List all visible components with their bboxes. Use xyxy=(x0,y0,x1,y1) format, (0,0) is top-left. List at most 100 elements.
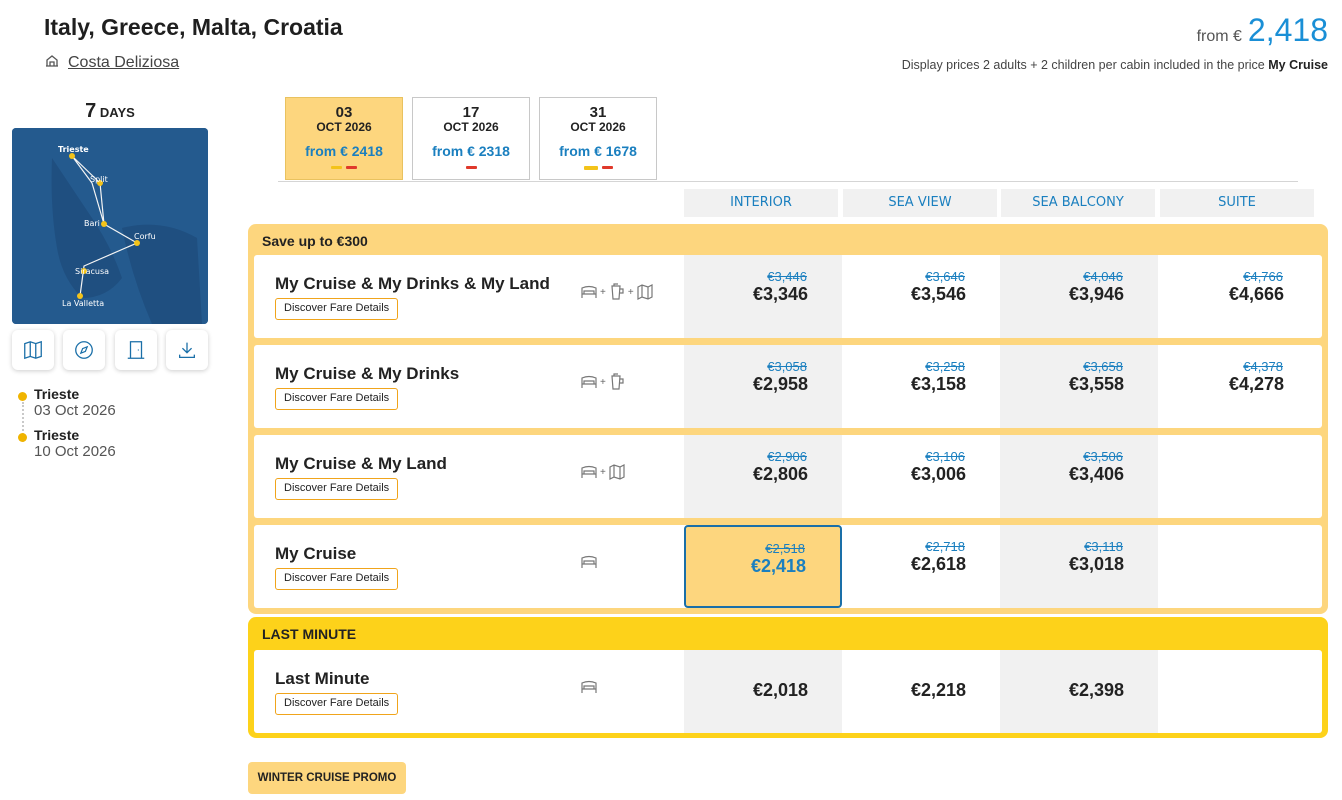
bed-icon xyxy=(581,375,597,388)
from-price-block: from € 2,418 xyxy=(1197,12,1328,49)
new-price: €2,806 xyxy=(752,464,808,484)
stop-port: Trieste xyxy=(34,386,80,402)
fare-name: My Cruise & My Land xyxy=(275,454,447,473)
last-minute-group: LAST MINUTE Last Minute Discover Fare De… xyxy=(248,617,1328,738)
fare-name: Last Minute xyxy=(275,669,370,688)
discover-fare-button[interactable]: Discover Fare Details xyxy=(275,693,399,715)
map-port-label: Siracusa xyxy=(75,267,109,276)
new-price: €3,406 xyxy=(1068,464,1124,484)
fare-inclusions: + xyxy=(580,463,626,481)
old-price: €3,646 xyxy=(925,269,965,284)
price-note-bold: My Cruise xyxy=(1268,58,1328,72)
ship-icon xyxy=(44,52,60,73)
price-cell-sea-balcony[interactable]: €3,118 €3,018 xyxy=(1000,525,1158,608)
old-price: €2,518 xyxy=(765,541,805,556)
tab-tags xyxy=(413,166,529,169)
old-price: €4,766 xyxy=(1243,269,1283,284)
price-cell-sea-view[interactable]: €2,718 €2,618 xyxy=(842,525,1000,608)
price-cell-sea-view[interactable]: €3,258 €3,158 xyxy=(842,345,1000,428)
price-cell-sea-balcony[interactable]: €4,046 €3,946 xyxy=(1000,255,1158,338)
price-cell-sea-balcony[interactable]: €3,506 €3,406 xyxy=(1000,435,1158,518)
column-suite: SUITE xyxy=(1160,189,1314,217)
new-price: €2,418 xyxy=(750,556,806,576)
discover-fare-button[interactable]: Discover Fare Details xyxy=(275,388,399,410)
price-cell-suite[interactable]: €4,766 €4,666 xyxy=(1160,255,1318,338)
download-icon xyxy=(179,342,195,358)
price-cell-suite-empty xyxy=(1160,650,1318,733)
tab-price: from € 1678 xyxy=(559,143,637,159)
route-map[interactable]: Trieste Split Bari Corfu Siracusa La Val… xyxy=(12,128,208,324)
price-cell-suite[interactable]: €4,378 €4,278 xyxy=(1160,345,1318,428)
discover-fare-button[interactable]: Discover Fare Details xyxy=(275,478,399,500)
tab-day: 31 xyxy=(589,104,607,121)
stop-port: Trieste xyxy=(34,427,80,443)
days-number: 7 xyxy=(85,100,97,122)
date-tab-03-oct[interactable]: 03 OCT 2026 from € 2418 xyxy=(285,97,403,180)
old-price: €3,058 xyxy=(767,359,807,374)
fare-row: My Cruise Discover Fare Details €2,518 €2… xyxy=(254,525,1322,608)
promo-tag-icon xyxy=(346,166,357,169)
price-cell-interior[interactable]: €3,446 €3,346 xyxy=(684,255,842,338)
tab-price: from € 2418 xyxy=(305,143,383,159)
new-price: €3,018 xyxy=(1068,554,1124,574)
map-port-label: Trieste xyxy=(58,145,89,154)
old-price: €2,906 xyxy=(767,449,807,464)
map-port-label: Corfu xyxy=(134,232,156,241)
price-cell-interior-selected[interactable]: €2,518 €2,418 xyxy=(684,525,842,608)
price-cell-sea-balcony[interactable]: €3,658 €3,558 xyxy=(1000,345,1158,428)
sale-tag-icon xyxy=(583,166,598,170)
new-price: €4,666 xyxy=(1228,284,1284,304)
price-cell-sea-view[interactable]: €3,646 €3,546 xyxy=(842,255,1000,338)
bed-icon xyxy=(581,680,597,693)
map-port-label: Bari xyxy=(84,219,100,228)
days-label: DAYS xyxy=(99,105,135,120)
door-icon xyxy=(127,341,144,359)
price-cell-sea-view[interactable]: €3,106 €3,006 xyxy=(842,435,1000,518)
ship-link[interactable]: Costa Deliziosa xyxy=(44,52,179,73)
price-cell-interior[interactable]: €3,058 €2,958 xyxy=(684,345,842,428)
map-button[interactable] xyxy=(12,330,54,370)
download-button[interactable] xyxy=(165,330,208,370)
old-price: €4,378 xyxy=(1243,359,1283,374)
itinerary: Trieste 03 Oct 2026 Trieste 10 Oct 2026 xyxy=(18,386,116,468)
drink-icon xyxy=(611,283,624,300)
price-cell-sea-view[interactable]: €2,218 xyxy=(842,650,1000,733)
new-price: €3,946 xyxy=(1068,284,1124,304)
group-title: LAST MINUTE xyxy=(262,626,357,642)
page-title: Italy, Greece, Malta, Croatia xyxy=(44,14,343,40)
old-price: €3,258 xyxy=(925,359,965,374)
drink-icon xyxy=(611,373,624,390)
land-map-icon xyxy=(609,464,625,480)
duration: 7 DAYS xyxy=(12,100,208,123)
price-cell-suite-empty xyxy=(1160,525,1318,608)
compass-icon xyxy=(75,341,94,359)
discover-fare-button[interactable]: Discover Fare Details xyxy=(275,568,399,590)
from-price: 2,418 xyxy=(1247,12,1328,48)
stop-dot-icon xyxy=(18,433,27,442)
fare-row: My Cruise & My Drinks & My Land Discover… xyxy=(254,255,1322,338)
date-tab-31-oct[interactable]: 31 OCT 2026 from € 1678 xyxy=(539,97,657,180)
cabin-button[interactable] xyxy=(114,330,157,370)
date-tab-17-oct[interactable]: 17 OCT 2026 from € 2318 xyxy=(412,97,530,180)
ship-name[interactable]: Costa Deliziosa xyxy=(68,54,179,72)
itinerary-stop: Trieste 03 Oct 2026 xyxy=(18,386,116,419)
old-price: €4,046 xyxy=(1083,269,1123,284)
fare-name: My Cruise xyxy=(275,544,357,563)
fare-inclusions xyxy=(580,678,598,696)
map-tools xyxy=(12,330,208,370)
excursions-button[interactable] xyxy=(63,330,106,370)
promo-tag-icon xyxy=(465,166,477,169)
discover-fare-button[interactable]: Discover Fare Details xyxy=(275,298,399,320)
price-cell-interior[interactable]: €2,018 xyxy=(684,650,842,733)
fare-inclusions xyxy=(580,553,598,571)
tab-month: OCT 2026 xyxy=(316,120,372,134)
land-map-icon xyxy=(637,284,653,300)
price-cell-interior[interactable]: €2,906 €2,806 xyxy=(684,435,842,518)
price-cell-sea-balcony[interactable]: €2,398 xyxy=(1000,650,1158,733)
itinerary-stop: Trieste 10 Oct 2026 xyxy=(18,427,116,460)
tab-month: OCT 2026 xyxy=(570,120,626,134)
winter-promo-button[interactable]: WINTER CRUISE PROMO xyxy=(248,762,406,794)
promo-tag-icon xyxy=(331,166,342,169)
price-cell-suite-empty xyxy=(1160,435,1318,518)
from-label: from € xyxy=(1196,28,1242,45)
